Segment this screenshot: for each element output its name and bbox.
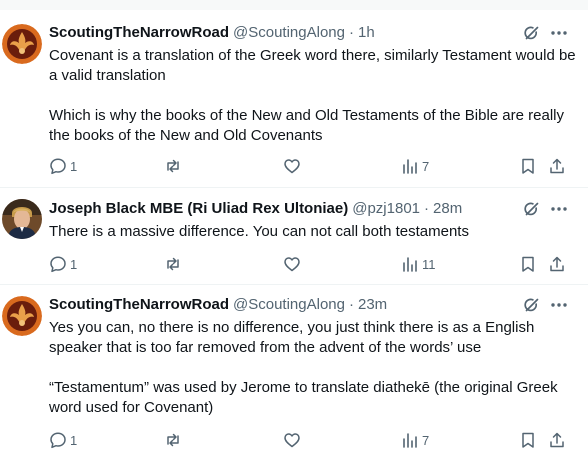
repost-button[interactable] [164,430,185,450]
share-icon [550,432,564,448]
more-dots-icon [551,303,567,307]
timestamp[interactable]: 1h [358,23,375,43]
person-portrait-icon [2,199,42,239]
grok-button[interactable] [522,199,542,219]
more-dots-icon [551,31,567,35]
reply-button[interactable]: 1 [49,254,77,274]
repost-icon [167,257,179,271]
heart-icon [284,433,300,448]
views-chart-icon [403,159,417,174]
repost-button[interactable] [164,156,185,176]
tweet-actions: 1 7 [49,430,579,450]
grok-icon [524,26,539,40]
author-handle[interactable]: @ScoutingAlong [233,295,345,315]
bookmark-icon [522,256,534,272]
views-button[interactable]: 11 [401,254,436,274]
reply-count: 1 [70,158,78,174]
reply-button[interactable]: 1 [49,156,77,176]
bookmark-icon [522,432,534,448]
share-button[interactable] [548,156,566,176]
bookmark-icon [522,158,534,174]
author-handle[interactable]: @pzj1801 [352,199,420,219]
timestamp[interactable]: 23m [358,295,387,315]
author-name[interactable]: ScoutingTheNarrowRoad [49,295,229,315]
tweet-actions: 1 11 [49,254,579,274]
reply-icon [50,432,66,449]
header-separator: · [348,24,354,41]
more-dots-icon [551,207,567,211]
tweet-3[interactable]: ScoutingTheNarrowRoad @ScoutingAlong · 2… [0,295,588,455]
grok-icon [524,202,539,216]
reply-count: 1 [70,256,78,272]
avatar[interactable] [2,199,42,239]
heart-icon [284,159,300,174]
author-handle[interactable]: @ScoutingAlong [233,23,345,43]
tweet-paragraph: “Testamentum” was used by Jerome to tran… [49,379,558,416]
scouting-logo-icon [2,296,42,336]
repost-button[interactable] [164,254,185,274]
tweet-paragraph: There is a massive difference. You can n… [49,223,469,240]
grok-button[interactable] [522,23,542,43]
header-separator: · [424,200,430,217]
author-name[interactable]: Joseph Black MBE (Ri Uliad Rex Ultoniae) [49,199,348,219]
views-chart-icon [403,433,417,448]
share-button[interactable] [548,254,566,274]
tweet-paragraph: Covenant is a translation of the Greek w… [49,47,576,84]
views-count: 7 [422,432,430,448]
reply-icon [50,158,66,175]
heart-icon [284,257,300,272]
avatar[interactable] [2,24,42,64]
repost-icon [167,159,179,173]
divider [0,284,588,285]
author-name[interactable]: ScoutingTheNarrowRoad [49,23,229,43]
repost-icon [167,433,179,447]
tweet-paragraph: Yes you can, no there is no difference, … [49,319,535,356]
more-button[interactable] [549,199,569,219]
like-button[interactable] [283,156,304,176]
tweet-actions: 1 7 [49,156,579,176]
tweet-header: Joseph Black MBE (Ri Uliad Rex Ultoniae)… [49,199,462,219]
views-button[interactable]: 7 [401,430,429,450]
bookmark-button[interactable] [519,156,537,176]
timestamp[interactable]: 28m [433,199,462,219]
more-button[interactable] [549,295,569,315]
views-count: 11 [422,256,436,272]
views-button[interactable]: 7 [401,156,429,176]
like-button[interactable] [283,430,304,450]
tweet-header: ScoutingTheNarrowRoad @ScoutingAlong · 1… [49,23,375,43]
tweet-1[interactable]: ScoutingTheNarrowRoad @ScoutingAlong · 1… [0,23,588,183]
scouting-logo-icon [2,24,42,64]
reply-button[interactable]: 1 [49,430,77,450]
divider [0,187,588,188]
grok-button[interactable] [522,295,542,315]
bookmark-button[interactable] [519,430,537,450]
share-icon [550,158,564,174]
tweet-header: ScoutingTheNarrowRoad @ScoutingAlong · 2… [49,295,387,315]
avatar[interactable] [2,296,42,336]
views-chart-icon [403,257,417,272]
tweet-2[interactable]: Joseph Black MBE (Ri Uliad Rex Ultoniae)… [0,199,588,279]
like-button[interactable] [283,254,304,274]
more-button[interactable] [549,23,569,43]
reply-icon [50,256,66,273]
top-strip [0,0,588,10]
header-separator: · [348,296,354,313]
bookmark-button[interactable] [519,254,537,274]
share-icon [550,256,564,272]
tweet-text: Covenant is a translation of the Greek w… [49,46,579,146]
reply-count: 1 [70,432,78,448]
views-count: 7 [422,158,430,174]
tweet-text: Yes you can, no there is no difference, … [49,318,579,418]
tweet-paragraph: Which is why the books of the New and Ol… [49,107,564,144]
tweet-text: There is a massive difference. You can n… [49,222,579,242]
grok-icon [524,298,539,312]
share-button[interactable] [548,430,566,450]
